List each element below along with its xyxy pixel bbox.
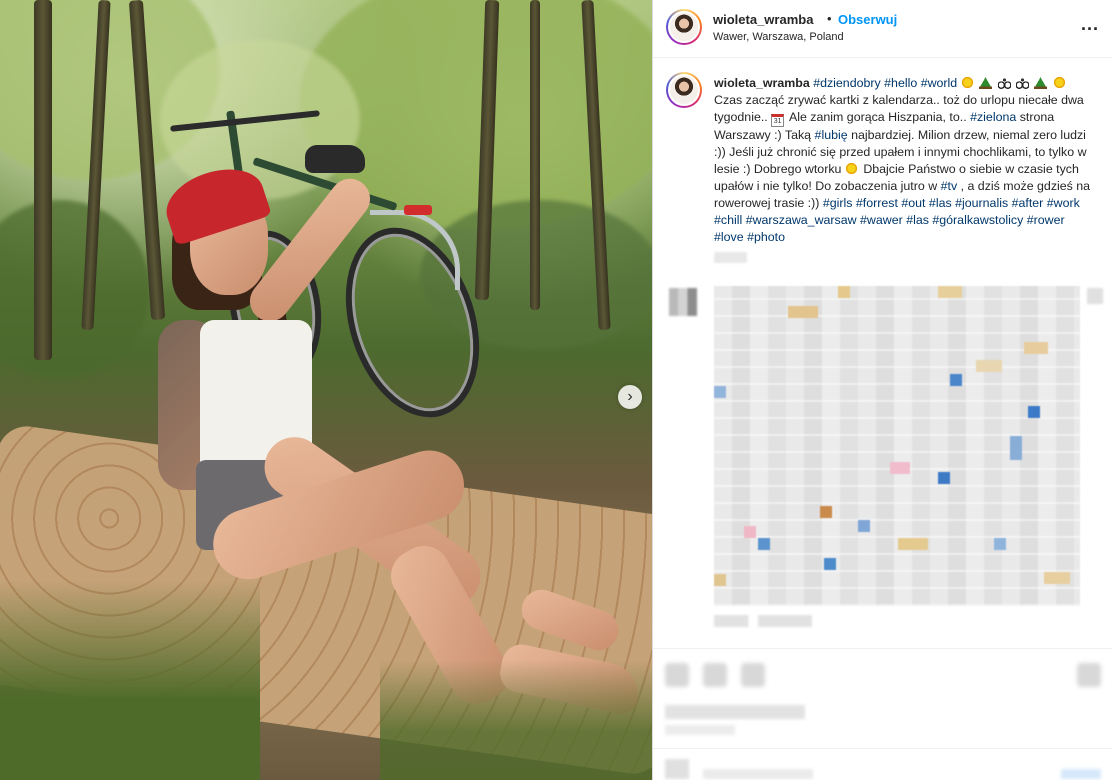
blur-pixel (898, 538, 928, 550)
hashtag-link[interactable]: #warszawa_warsaw (746, 213, 857, 227)
comment-text-blurred (714, 286, 1080, 606)
hashtag-link[interactable]: #girls (823, 196, 853, 210)
hashtag-link[interactable]: #dziendobry (813, 76, 881, 90)
chevron-right-icon: › (627, 388, 633, 405)
follow-button[interactable]: Obserwuj (838, 12, 897, 27)
post-caption: wioleta_wramba #dziendobry #hello #world… (714, 75, 1094, 246)
hashtag-link[interactable]: #wawer (860, 213, 903, 227)
comment-like-icon[interactable] (1087, 288, 1103, 304)
hashtag-link[interactable]: #góralkawstolicy (932, 213, 1023, 227)
grass (380, 660, 652, 780)
hashtag-link[interactable]: #out (901, 196, 925, 210)
caption-username[interactable]: wioleta_wramba (714, 76, 810, 90)
post-photo[interactable]: › (0, 0, 652, 780)
blur-pixel (858, 520, 870, 532)
bike-emoji-icon (997, 76, 1011, 89)
instagram-post: › wioleta_wramba • Obserwuj Wawer, Warsz… (0, 0, 1112, 780)
post-comment-button[interactable] (1061, 769, 1101, 779)
tree-emoji-icon (979, 76, 993, 89)
blur-pixel (994, 538, 1006, 550)
blur-pixel (838, 286, 850, 298)
grass (0, 580, 260, 780)
post-actions-bar (653, 648, 1112, 748)
blur-pixel (744, 526, 756, 538)
blur-pixel (890, 462, 910, 474)
post-date-blurred (665, 725, 735, 735)
hashtag-link[interactable]: #photo (747, 230, 785, 244)
hashtag-link[interactable]: #tv (941, 179, 958, 193)
tree-trunk (34, 0, 52, 360)
comment-meta-blurred (714, 615, 812, 627)
header-username[interactable]: wioleta_wramba (713, 12, 813, 27)
blur-pixel (1024, 342, 1048, 354)
hashtag-link[interactable]: #hello (884, 76, 917, 90)
add-comment-bar (653, 748, 1112, 780)
hashtag-link[interactable]: #after (1012, 196, 1044, 210)
avatar[interactable] (666, 9, 702, 45)
hashtag-link[interactable]: #chill (714, 213, 742, 227)
hashtag-link[interactable]: #zielona (970, 110, 1016, 124)
comment-icon[interactable] (703, 663, 727, 687)
like-icon[interactable] (665, 663, 689, 687)
blur-pixel (938, 472, 950, 484)
hashtag-link[interactable]: #forrest (856, 196, 898, 210)
hashtag-link[interactable]: #work (1047, 196, 1080, 210)
more-options-icon[interactable]: ... (1081, 14, 1099, 35)
post-side-panel: wioleta_wramba • Obserwuj Wawer, Warszaw… (652, 0, 1112, 780)
location-link[interactable]: Wawer, Warszawa, Poland (713, 31, 844, 43)
foliage (0, 200, 150, 380)
blur-pixel (950, 374, 962, 386)
bookmark-icon[interactable] (1077, 663, 1101, 687)
blur-pixel (1044, 572, 1070, 584)
header-separator: • (827, 11, 832, 26)
emoji-icon[interactable] (665, 759, 689, 779)
blur-pixel (938, 286, 962, 298)
blur-pixel (820, 506, 832, 518)
blur-pixel (1028, 406, 1040, 418)
hashtag-link[interactable]: #world (921, 76, 958, 90)
cal-emoji-icon: 31 (771, 114, 785, 127)
tree-trunk (530, 0, 540, 310)
blur-pixel (788, 306, 818, 318)
blur-pixel (714, 574, 726, 586)
caption-timestamp (714, 252, 747, 263)
blur-pixel (758, 538, 770, 550)
post-header: wioleta_wramba • Obserwuj Wawer, Warszaw… (653, 0, 1112, 58)
hashtag-link[interactable]: #love (714, 230, 744, 244)
avatar-image (668, 11, 700, 43)
bicycle-saddle (305, 145, 365, 173)
blur-pixel (824, 558, 836, 570)
blur-pixel (976, 360, 1002, 372)
bike-emoji-icon (1016, 76, 1030, 89)
caption-text: Ale zanim gorąca Hiszpania, to.. (788, 110, 967, 124)
avatar-image (668, 74, 700, 106)
blur-pixel (714, 386, 726, 398)
sun-emoji-icon (1052, 76, 1066, 89)
caption-avatar[interactable] (666, 72, 702, 108)
bicycle-rear-light (404, 205, 432, 215)
hashtag-link[interactable]: #rower (1027, 213, 1065, 227)
likes-count-blurred (665, 705, 805, 719)
hashtag-link[interactable]: #las (929, 196, 952, 210)
sun-emoji-icon (844, 162, 858, 175)
hashtag-link[interactable]: #journalis (955, 196, 1008, 210)
comment-input[interactable] (703, 769, 813, 779)
tree-emoji-icon (1034, 76, 1048, 89)
hashtag-link[interactable]: #las (906, 213, 929, 227)
comment-avatar[interactable] (669, 288, 697, 316)
carousel-next-button[interactable]: › (618, 385, 642, 409)
blur-pixel (1010, 436, 1022, 460)
hashtag-link[interactable]: #lubię (815, 128, 848, 142)
sun-emoji-icon (960, 76, 974, 89)
share-icon[interactable] (741, 663, 765, 687)
